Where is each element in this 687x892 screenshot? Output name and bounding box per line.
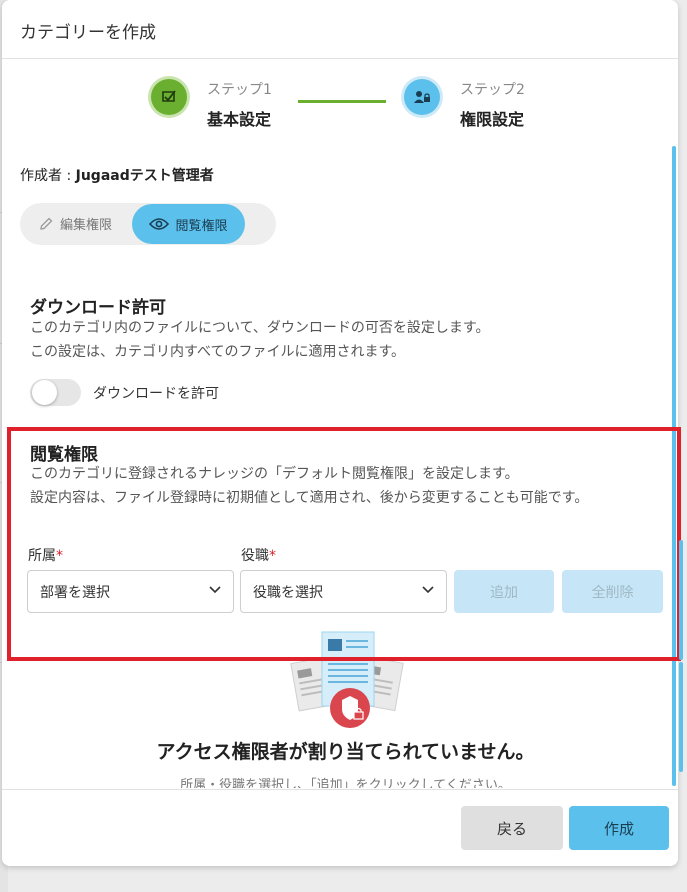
- step1-label: 基本設定: [207, 110, 272, 129]
- tab-edit-label: 編集権限: [60, 218, 113, 233]
- create-button[interactable]: 作成: [569, 806, 669, 850]
- page-scrollbar-thumb[interactable]: [679, 540, 683, 660]
- modal-header: カテゴリーを作成: [2, 0, 678, 59]
- toggle-knob: [32, 380, 57, 405]
- step1-complete-icon: [151, 79, 187, 115]
- step2-permission-icon: [404, 79, 440, 115]
- pencil-icon: [40, 217, 53, 230]
- step2-number: ステップ2: [460, 82, 525, 98]
- download-section-title: ダウンロード許可: [30, 298, 166, 318]
- tab-view-permission[interactable]: 閲覧権限: [132, 204, 245, 244]
- page-scrollbar-thumb[interactable]: [679, 662, 683, 772]
- back-button[interactable]: 戻る: [461, 806, 563, 850]
- empty-state-description: 所属・役職を選択し、「追加」をクリックしてください。: [180, 778, 511, 788]
- empty-state-title: アクセス権限者が割り当てられていません。: [156, 741, 535, 763]
- tab-view-label: 閲覧権限: [175, 218, 228, 234]
- creator-name: Jugaadテスト管理者: [75, 168, 214, 184]
- modal-title: カテゴリーを作成: [20, 23, 156, 43]
- stepper-connector: [298, 100, 386, 103]
- creator-prefix: 作成者 :: [20, 168, 76, 184]
- step1-number: ステップ1: [207, 82, 272, 98]
- download-toggle[interactable]: [30, 379, 81, 406]
- highlight-annotation-box: [7, 427, 681, 661]
- download-toggle-label: ダウンロードを許可: [93, 386, 219, 402]
- permission-tab-group: 編集権限 閲覧権限: [20, 203, 276, 245]
- download-description-1: このカテゴリ内のファイルについて、ダウンロードの可否を設定します。: [30, 320, 490, 336]
- tab-edit-permission[interactable]: 編集権限: [38, 214, 112, 233]
- eye-icon: [149, 218, 170, 230]
- creator-info: 作成者 : Jugaadテスト管理者: [20, 165, 214, 185]
- download-description-2: この設定は、カテゴリ内すべてのファイルに適用されます。: [30, 344, 406, 360]
- step2-label: 権限設定: [460, 110, 525, 129]
